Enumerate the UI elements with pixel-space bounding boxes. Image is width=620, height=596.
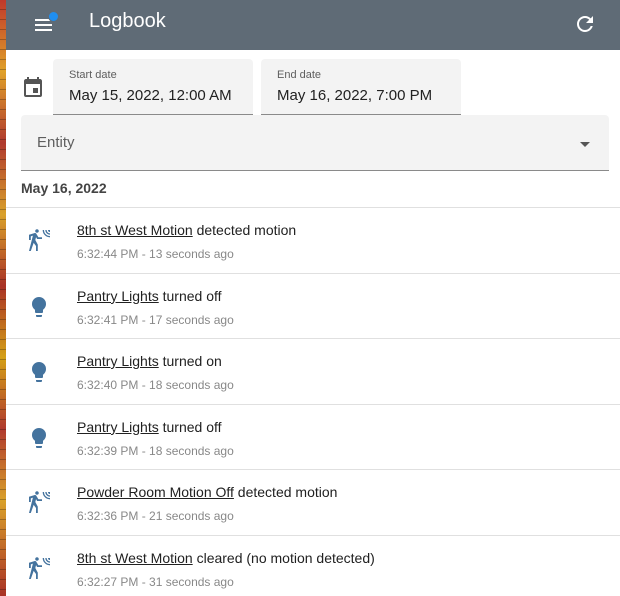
log-entry: Powder Room Motion Off detected motion 6:…: [6, 469, 620, 535]
log-entry-entity-link[interactable]: Pantry Lights: [77, 419, 159, 435]
filter-bar: Start date May 15, 2022, 12:00 AM End da…: [6, 50, 620, 180]
log-entry-time: 6:32:41 PM - 17 seconds ago: [77, 312, 234, 327]
log-entry-list: 8th st West Motion detected motion 6:32:4…: [6, 207, 620, 596]
log-entry-time: 6:32:40 PM - 18 seconds ago: [77, 378, 234, 392]
log-entry-message: Pantry Lights turned on: [77, 353, 222, 369]
logbook-panel: Logbook Start date May 15, 2022, 12:00 A…: [6, 0, 620, 596]
log-entry-message: 8th st West Motion detected motion: [77, 222, 296, 238]
log-entry-action: detected motion: [233, 484, 338, 500]
log-entry: 8th st West Motion detected motion 6:32:4…: [6, 207, 620, 273]
log-entry-time: 6:32:44 PM - 13 seconds ago: [77, 247, 234, 261]
lightbulb-icon: [27, 295, 51, 319]
start-date-label: Start date: [69, 69, 117, 81]
log-entry-time: 6:32:39 PM - 18 seconds ago: [77, 443, 234, 458]
end-date-field[interactable]: End date May 16, 2022, 7:00 PM: [261, 59, 461, 115]
log-entry: Pantry Lights turned off 6:32:39 PM - 18 …: [6, 403, 620, 470]
log-entry-message: Pantry Lights turned off: [77, 419, 222, 435]
start-date-field[interactable]: Start date May 15, 2022, 12:00 AM: [53, 59, 253, 115]
motion-sensor-icon: [27, 229, 51, 253]
log-entry-action: turned off: [158, 287, 222, 304]
log-entry: Pantry Lights turned off 6:32:41 PM - 17 …: [6, 272, 620, 339]
log-entry-action: detected motion: [192, 222, 297, 238]
log-entry-entity-link[interactable]: 8th st West Motion: [77, 550, 193, 566]
end-date-label: End date: [277, 69, 322, 81]
end-date-value: May 16, 2022, 7:00 PM: [277, 87, 433, 104]
log-entry-entity-link[interactable]: Powder Room Motion Off: [77, 484, 234, 500]
log-entry-time: 6:32:36 PM - 21 seconds ago: [77, 509, 234, 523]
log-entry-action: cleared (no motion detected): [192, 549, 375, 566]
refresh-icon: [577, 16, 593, 32]
entity-picker[interactable]: Entity: [21, 115, 609, 171]
motion-sensor-icon: [27, 556, 51, 581]
refresh-button[interactable]: [573, 12, 597, 36]
log-entry-message: 8th st West Motion cleared (no motion de…: [77, 550, 375, 566]
start-date-value: May 15, 2022, 12:00 AM: [69, 87, 232, 104]
chevron-down-icon[interactable]: [580, 142, 590, 147]
sidebar-menu-button[interactable]: [33, 11, 61, 37]
motion-sensor-icon: [27, 491, 51, 515]
log-entry-message: Pantry Lights turned off: [77, 288, 222, 304]
log-entry: 8th st West Motion cleared (no motion de…: [6, 534, 620, 596]
app-header: Logbook: [6, 0, 620, 50]
page-title: Logbook: [89, 10, 166, 32]
lightbulb-icon: [27, 426, 51, 450]
log-entry: Pantry Lights turned on 6:32:40 PM - 18 s…: [6, 338, 620, 404]
log-entry-action: turned on: [158, 353, 222, 369]
log-entry-entity-link[interactable]: 8th st West Motion: [77, 222, 193, 238]
calendar-icon[interactable]: [21, 76, 45, 100]
log-entry-action: turned off: [158, 418, 222, 435]
notification-badge: [48, 11, 59, 22]
log-date-header: May 16, 2022: [21, 180, 107, 196]
entity-picker-label: Entity: [37, 134, 75, 151]
lightbulb-icon: [27, 360, 51, 384]
log-entry-entity-link[interactable]: Pantry Lights: [77, 288, 159, 304]
log-entry-entity-link[interactable]: Pantry Lights: [77, 353, 159, 369]
log-entry-time: 6:32:27 PM - 31 seconds ago: [77, 574, 234, 589]
log-entry-message: Powder Room Motion Off detected motion: [77, 484, 337, 500]
